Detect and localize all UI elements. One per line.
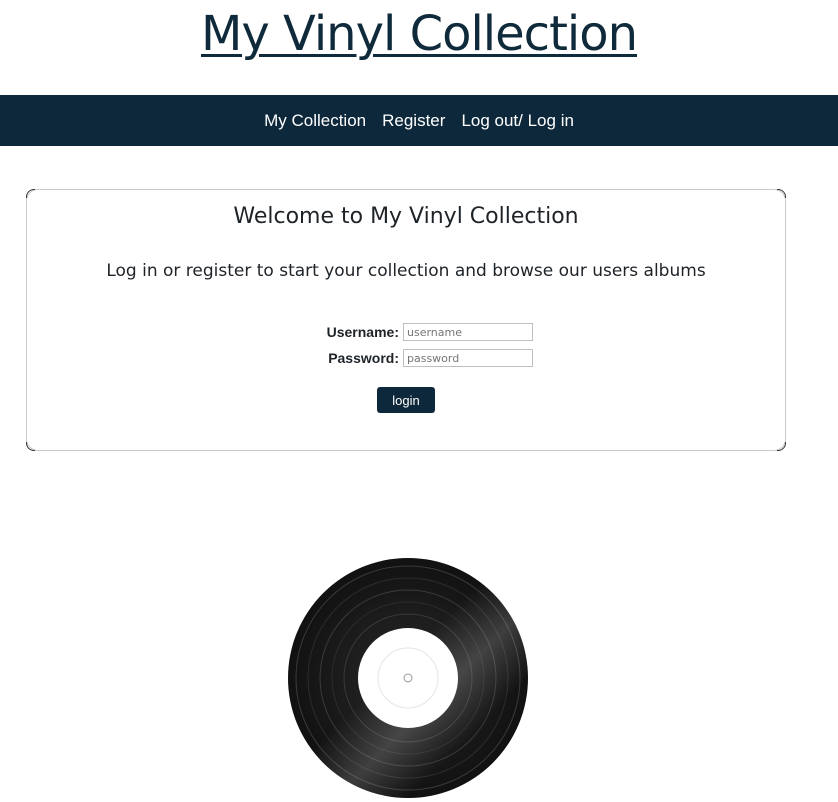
password-input[interactable]: [403, 349, 533, 367]
username-row: Username:: [27, 319, 785, 345]
welcome-heading: Welcome to My Vinyl Collection: [233, 204, 579, 229]
nav-link-register[interactable]: Register: [382, 111, 445, 131]
panel-corner-decoration: [26, 442, 35, 451]
login-button[interactable]: login: [377, 387, 435, 413]
login-form: Username: Password: login: [27, 319, 785, 413]
password-row: Password:: [27, 345, 785, 371]
site-title-link[interactable]: My Vinyl Collection: [201, 6, 638, 62]
site-title: My Vinyl Collection: [0, 0, 838, 62]
panel-corner-decoration: [777, 189, 786, 198]
panel-corner-decoration: [26, 189, 35, 198]
nav-link-my-collection[interactable]: My Collection: [264, 111, 366, 131]
nav-link-log-in-out[interactable]: Log out/ Log in: [461, 111, 573, 131]
vinyl-record-image: [288, 558, 528, 798]
password-label: Password:: [328, 350, 399, 366]
navbar: My Collection Register Log out/ Log in: [0, 95, 838, 146]
welcome-panel: Welcome to My Vinyl Collection Log in or…: [26, 189, 786, 451]
welcome-subheading: Log in or register to start your collect…: [106, 261, 706, 281]
username-label: Username:: [326, 324, 399, 340]
username-input[interactable]: [403, 323, 533, 341]
panel-corner-decoration: [777, 442, 786, 451]
